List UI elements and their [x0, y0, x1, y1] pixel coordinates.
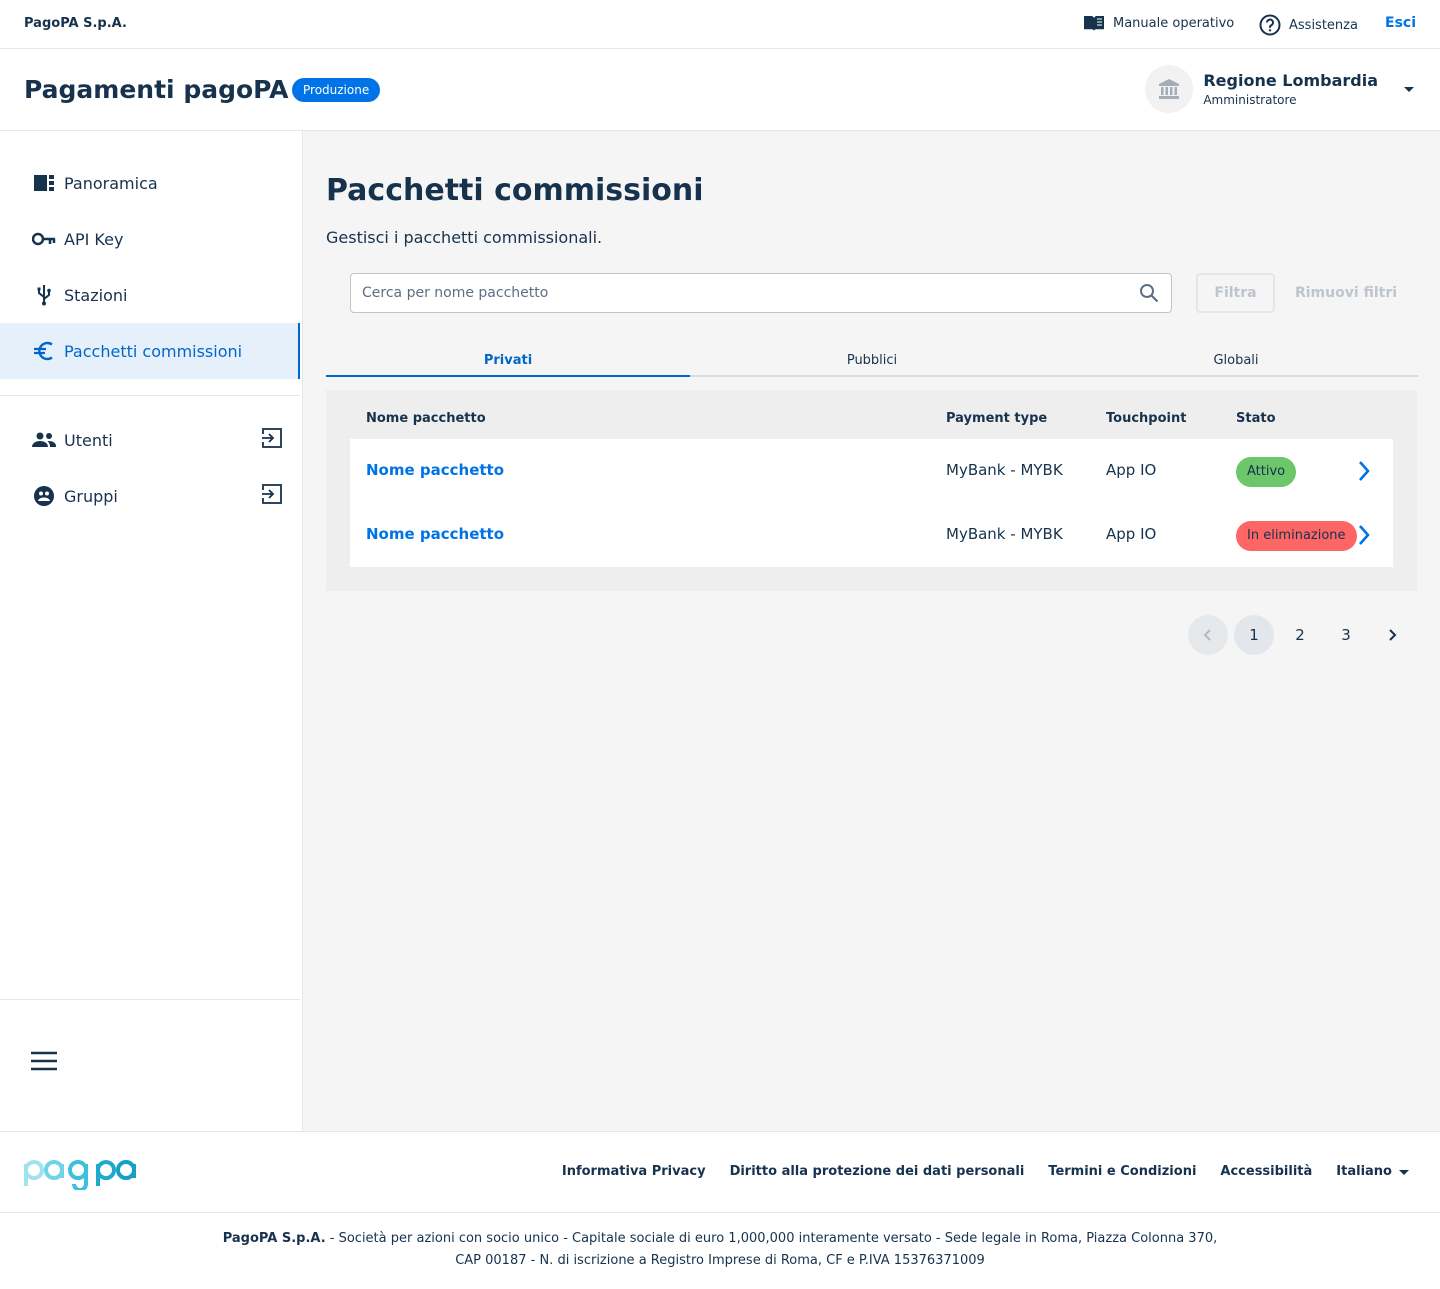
tab-globali[interactable]: Globali	[1054, 345, 1418, 375]
footer-links: Informativa Privacy Diritto alla protezi…	[562, 1164, 1410, 1179]
dashboard-icon	[32, 171, 56, 195]
environment-badge: Produzione	[292, 78, 381, 102]
touchpoint-cell: App IO	[1106, 461, 1157, 479]
menu-icon[interactable]	[30, 1051, 58, 1071]
language-label: Italiano	[1336, 1164, 1392, 1179]
table-row[interactable]: Nome pacchetto MyBank - MYBK App IO Atti…	[350, 439, 1393, 503]
bundles-table: Nome pacchetto Payment type Touchpoint S…	[326, 390, 1417, 591]
sidebar-item-label: Stazioni	[64, 285, 128, 305]
manual-label: Manuale operativo	[1113, 15, 1235, 31]
status-badge: Attivo	[1236, 457, 1297, 487]
sidebar-item-pacchetti-commissioni[interactable]: Pacchetti commissioni	[0, 323, 300, 379]
sidebar-divider	[0, 999, 300, 1000]
people-icon	[32, 428, 56, 452]
filter-button[interactable]: Filtra	[1196, 273, 1275, 313]
pagopa-logo[interactable]	[22, 1154, 140, 1190]
sidebar-item-label: Panoramica	[64, 173, 158, 193]
sidebar-divider	[0, 395, 300, 396]
product-switcher[interactable]: Pagamenti pagoPA	[24, 75, 309, 104]
data-protection-link[interactable]: Diritto alla protezione dei dati persona…	[730, 1164, 1025, 1179]
accessibility-link[interactable]: Accessibilità	[1220, 1164, 1312, 1179]
product-header: Pagamenti pagoPA Produzione Regione Lomb…	[0, 49, 1440, 131]
page-button-2[interactable]: 2	[1280, 615, 1320, 655]
payment-type-cell: MyBank - MYBK	[946, 525, 1063, 543]
search-input[interactable]	[351, 274, 1111, 312]
terms-link[interactable]: Termini e Condizioni	[1048, 1164, 1196, 1179]
party-name: Regione Lombardia	[1203, 71, 1378, 90]
search-icon[interactable]	[1139, 283, 1159, 303]
chevron-right-icon[interactable]	[1357, 459, 1371, 483]
column-header: Touchpoint	[1106, 411, 1187, 426]
help-label: Assistenza	[1289, 17, 1358, 33]
sidebar-item-label: Gruppi	[64, 486, 118, 506]
language-selector[interactable]: Italiano	[1336, 1164, 1410, 1179]
tab-pubblici[interactable]: Pubblici	[690, 345, 1054, 375]
sidebar-item-gruppi[interactable]: Gruppi	[0, 468, 300, 524]
help-link[interactable]: Assistenza	[1259, 14, 1358, 36]
legal-line-1: - Società per azioni con socio unico - C…	[325, 1231, 1218, 1246]
sidebar-item-panoramica[interactable]: Panoramica	[0, 155, 300, 211]
payment-type-cell: MyBank - MYBK	[946, 461, 1063, 479]
euro-icon	[32, 339, 56, 363]
next-page-button[interactable]	[1372, 615, 1412, 655]
product-name: Pagamenti pagoPA	[24, 75, 289, 104]
key-icon	[32, 227, 56, 251]
main-content: Pacchetti commissioni Gestisci i pacchet…	[303, 131, 1440, 1131]
legal-notice: PagoPA S.p.A. - Società per azioni con s…	[0, 1228, 1440, 1272]
sidebar-item-api-key[interactable]: API Key	[0, 211, 300, 267]
touchpoint-cell: App IO	[1106, 525, 1157, 543]
company-brand[interactable]: PagoPA S.p.A.	[24, 16, 127, 31]
tab-bar: Privati Pubblici Globali	[326, 345, 1418, 377]
search-box	[350, 273, 1172, 313]
status-badge: In eliminazione	[1236, 521, 1357, 551]
tab-privati[interactable]: Privati	[326, 345, 690, 377]
clear-filters-button[interactable]: Rimuovi filtri	[1285, 273, 1407, 313]
external-login-icon	[262, 428, 282, 448]
page-subtitle: Gestisci i pacchetti commissionali.	[326, 228, 603, 247]
caret-down-icon	[1399, 1169, 1409, 1175]
legal-company: PagoPA S.p.A.	[222, 1231, 326, 1246]
external-login-icon	[262, 484, 282, 504]
help-circle-icon	[1259, 14, 1281, 36]
chevron-left-icon	[1203, 629, 1211, 641]
usb-icon	[32, 283, 56, 307]
pagination: 1 2 3	[1188, 615, 1412, 655]
legal-line-2: CAP 00187 - N. di iscrizione a Registro …	[455, 1253, 985, 1268]
chevron-right-icon	[1389, 629, 1397, 641]
party-role: Amministratore	[1203, 93, 1297, 107]
sidebar-item-utenti[interactable]: Utenti	[0, 412, 300, 468]
table-row[interactable]: Nome pacchetto MyBank - MYBK App IO In e…	[350, 503, 1393, 567]
logout-link[interactable]: Esci	[1385, 15, 1416, 31]
column-header: Payment type	[946, 411, 1048, 426]
book-icon	[1084, 16, 1104, 31]
column-header: Stato	[1236, 411, 1276, 426]
top-bar: PagoPA S.p.A. Manuale operativo Assisten…	[0, 0, 1440, 49]
bundle-name-link[interactable]: Nome pacchetto	[366, 525, 504, 543]
bundle-name-link[interactable]: Nome pacchetto	[366, 461, 504, 479]
page-button-3[interactable]: 3	[1326, 615, 1366, 655]
sidebar-item-label: API Key	[64, 229, 124, 249]
sidebar-item-stazioni[interactable]: Stazioni	[0, 267, 300, 323]
column-header: Nome pacchetto	[366, 411, 486, 426]
caret-down-icon	[1404, 87, 1414, 92]
sidebar: Panoramica API Key Stazioni Pacchetti co…	[0, 131, 303, 1131]
page-button-1[interactable]: 1	[1234, 615, 1274, 655]
privacy-link[interactable]: Informativa Privacy	[562, 1164, 706, 1179]
chevron-right-icon[interactable]	[1357, 523, 1371, 547]
page-title: Pacchetti commissioni	[326, 173, 704, 208]
sidebar-item-label: Utenti	[64, 430, 113, 450]
group-icon	[32, 484, 56, 508]
party-avatar	[1145, 65, 1194, 113]
footer: Informativa Privacy Diritto alla protezi…	[0, 1131, 1440, 1213]
sidebar-item-label: Pacchetti commissioni	[64, 341, 243, 361]
institution-icon	[1159, 79, 1180, 99]
previous-page-button[interactable]	[1188, 615, 1228, 655]
manual-link[interactable]: Manuale operativo	[1083, 14, 1234, 32]
party-switcher[interactable]: Regione Lombardia Amministratore	[1145, 65, 1416, 113]
